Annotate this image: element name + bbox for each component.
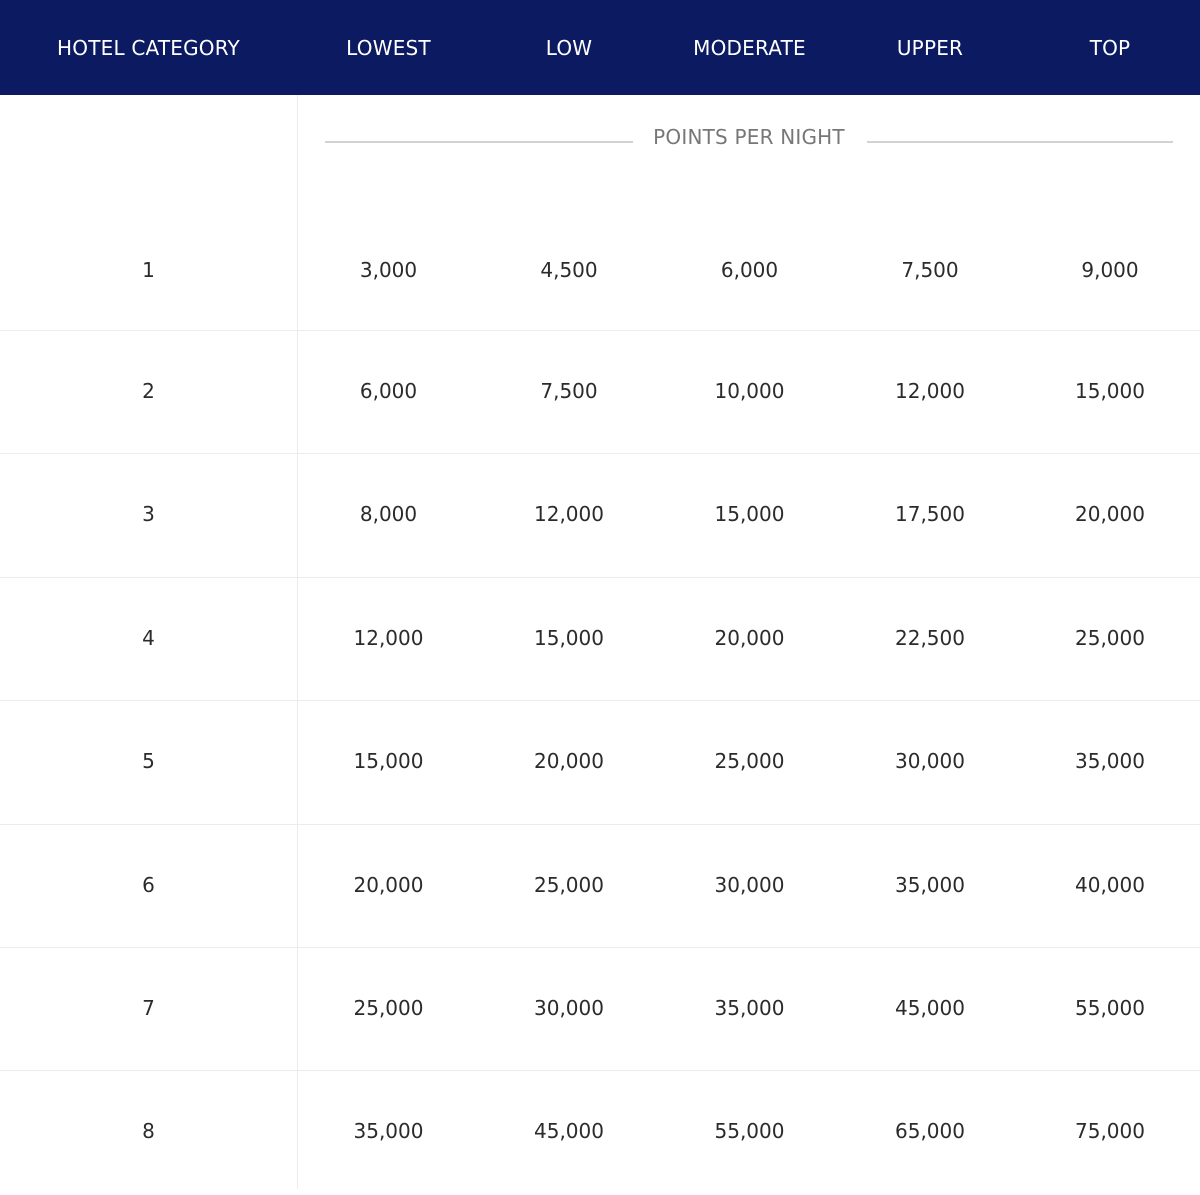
table-row: 5 15,000 20,000 25,000 30,000 35,000 xyxy=(0,701,1200,825)
points-per-night-label: POINTS PER NIGHT xyxy=(653,125,845,149)
cell-top: 40,000 xyxy=(1075,872,1145,897)
cell-top: 75,000 xyxy=(1075,1119,1145,1144)
cell-low: 12,000 xyxy=(534,502,604,527)
cell-low: 25,000 xyxy=(534,872,604,897)
cell-upper: 30,000 xyxy=(895,749,965,774)
cell-low: 15,000 xyxy=(534,625,604,650)
table-row: 3 8,000 12,000 15,000 17,500 20,000 xyxy=(0,454,1200,578)
cell-low: 4,500 xyxy=(540,258,598,282)
cell-lowest: 12,000 xyxy=(353,625,424,650)
cell-low: 30,000 xyxy=(534,996,604,1020)
cell-top: 25,000 xyxy=(1075,625,1145,650)
table-row: 1 3,000 4,500 6,000 7,500 9,000 xyxy=(0,190,1200,331)
cell-upper: 45,000 xyxy=(895,996,965,1020)
cell-category: 3 xyxy=(142,502,155,527)
column-header-upper[interactable]: UPPER xyxy=(840,0,1020,95)
cell-upper: 7,500 xyxy=(901,258,959,282)
column-header-lowest[interactable]: LOWEST xyxy=(298,0,479,95)
cell-lowest: 3,000 xyxy=(359,258,418,282)
cell-lowest: 15,000 xyxy=(353,749,424,774)
cell-low: 20,000 xyxy=(534,749,604,774)
table-row: 8 35,000 45,000 55,000 65,000 75,000 xyxy=(0,1071,1200,1194)
column-header-hotel-category[interactable]: HOTEL CATEGORY xyxy=(0,0,297,95)
cell-moderate: 25,000 xyxy=(714,749,785,774)
cell-category: 5 xyxy=(142,749,155,774)
table-row: 6 20,000 25,000 30,000 35,000 40,000 xyxy=(0,825,1200,948)
column-header-top[interactable]: TOP xyxy=(1020,0,1200,95)
cell-category: 2 xyxy=(142,379,155,403)
cell-moderate: 10,000 xyxy=(714,379,785,403)
table-row: 2 6,000 7,500 10,000 12,000 15,000 xyxy=(0,331,1200,455)
cell-moderate: 30,000 xyxy=(714,872,785,897)
column-header-low[interactable]: LOW xyxy=(479,0,659,95)
table-header: HOTEL CATEGORY LOWEST LOW MODERATE UPPER… xyxy=(0,0,1200,95)
cell-upper: 17,500 xyxy=(895,502,965,527)
table-row: 7 25,000 30,000 35,000 45,000 55,000 xyxy=(0,948,1200,1072)
cell-moderate: 55,000 xyxy=(714,1119,785,1144)
cell-lowest: 8,000 xyxy=(359,502,418,527)
points-per-night-subheader: POINTS PER NIGHT xyxy=(298,95,1200,190)
column-header-moderate[interactable]: MODERATE xyxy=(659,0,840,95)
cell-moderate: 35,000 xyxy=(714,996,785,1020)
cell-category: 4 xyxy=(142,625,155,650)
subheader-rule-right xyxy=(867,141,1173,143)
cell-low: 7,500 xyxy=(540,379,598,403)
cell-top: 9,000 xyxy=(1081,258,1139,282)
cell-upper: 12,000 xyxy=(895,379,965,403)
cell-upper: 35,000 xyxy=(895,872,965,897)
cell-category: 8 xyxy=(142,1119,155,1144)
cell-category: 1 xyxy=(142,258,155,282)
cell-top: 20,000 xyxy=(1075,502,1145,527)
table-row: 4 12,000 15,000 20,000 22,500 25,000 xyxy=(0,578,1200,702)
cell-moderate: 20,000 xyxy=(714,625,785,650)
cell-lowest: 25,000 xyxy=(353,996,424,1020)
cell-lowest: 35,000 xyxy=(353,1119,424,1144)
cell-low: 45,000 xyxy=(534,1119,604,1144)
cell-category: 6 xyxy=(142,872,155,897)
cell-upper: 22,500 xyxy=(895,625,965,650)
cell-top: 15,000 xyxy=(1075,379,1145,403)
cell-upper: 65,000 xyxy=(895,1119,965,1144)
cell-category: 7 xyxy=(142,996,155,1020)
cell-moderate: 6,000 xyxy=(720,258,779,282)
cell-top: 55,000 xyxy=(1075,996,1145,1020)
cell-lowest: 6,000 xyxy=(359,379,418,403)
cell-top: 35,000 xyxy=(1075,749,1145,774)
cell-moderate: 15,000 xyxy=(714,502,785,527)
cell-lowest: 20,000 xyxy=(353,872,424,897)
